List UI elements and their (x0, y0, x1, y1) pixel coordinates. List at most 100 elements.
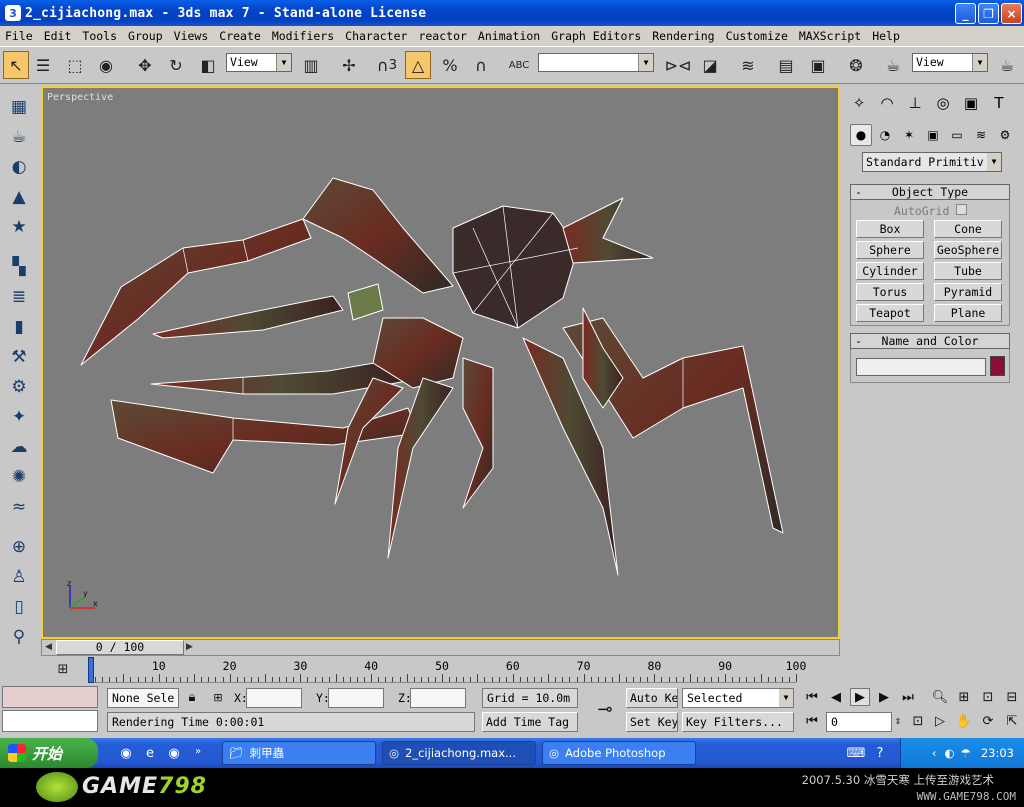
render-view-dropdown[interactable]: View ▼ (912, 53, 988, 72)
create-tab-icon[interactable]: ✧ (846, 90, 872, 116)
geometry-subtab-icon[interactable]: ● (850, 124, 872, 146)
zoom-extents-all-icon[interactable]: ⊟ (1002, 688, 1022, 706)
play-icon[interactable]: ▶ (850, 688, 870, 706)
select-scale-icon[interactable]: ◧ (195, 51, 221, 79)
help-tray-icon[interactable]: ? (870, 744, 890, 762)
spacewarps-subtab-icon[interactable]: ≋ (970, 124, 992, 146)
close-button[interactable]: × (1001, 3, 1022, 24)
perspective-viewport[interactable]: Perspective z x y (41, 86, 840, 639)
plane-button[interactable]: Plane (934, 304, 1002, 322)
pyramid-button[interactable]: Pyramid (934, 283, 1002, 301)
cone-button[interactable]: Cone (934, 220, 1002, 238)
clock[interactable]: 23:03 (981, 746, 1014, 760)
spinner-snap-icon[interactable]: ∩ (468, 51, 494, 79)
star-tool-icon[interactable]: ★ (6, 214, 32, 240)
taskbar-folder-window[interactable]: 📁︎ 刺甲蟲 (222, 741, 376, 765)
menu-create[interactable]: Create (214, 29, 267, 43)
time-slider[interactable]: ◀ 0 / 100 ▶ (41, 639, 840, 656)
zoom-all-icon[interactable]: ⊞ (954, 688, 974, 706)
browser-quicklaunch-icon[interactable]: ◉ (116, 744, 136, 762)
hinge-tool-icon[interactable]: ⚲ (6, 624, 32, 650)
render-scene-icon[interactable]: ☕ (880, 51, 906, 79)
object-name-input[interactable] (856, 358, 986, 376)
menu-modifiers[interactable]: Modifiers (267, 29, 340, 43)
tube-button[interactable]: Tube (934, 262, 1002, 280)
y-coordinate-input[interactable] (328, 688, 384, 708)
menu-group[interactable]: Group (123, 29, 169, 43)
start-button[interactable]: 开始 (0, 738, 98, 768)
spider-model[interactable] (43, 88, 838, 637)
menu-tools[interactable]: Tools (77, 29, 123, 43)
mirror-icon[interactable]: ⊳⊲ (665, 51, 692, 79)
menu-animation[interactable]: Animation (473, 29, 546, 43)
minimize-button[interactable]: _ (955, 3, 976, 24)
next-frame-icon[interactable]: ▶ (186, 642, 193, 652)
arc-rotate-icon[interactable]: ⟳ (978, 712, 998, 730)
gear-tool-icon[interactable]: ⚙ (6, 374, 32, 400)
previous-key-icon[interactable]: ◀ (826, 688, 846, 706)
menu-customize[interactable]: Customize (721, 29, 794, 43)
add-time-tag-button[interactable]: Add Time Tag (482, 712, 578, 732)
cone-tool-icon[interactable]: ▲ (6, 184, 32, 210)
cameras-subtab-icon[interactable]: ▣ (922, 124, 944, 146)
camera-tool-icon[interactable]: ✦ (6, 404, 32, 430)
sphere-tool-icon[interactable]: ◐ (6, 154, 32, 180)
motion-tab-icon[interactable]: ◎ (930, 90, 956, 116)
maxscript-listener-pink[interactable] (2, 686, 98, 708)
taskbar-photoshop-window[interactable]: ◎ Adobe Photoshop (542, 741, 696, 765)
z-coordinate-input[interactable] (410, 688, 466, 708)
pan-icon[interactable]: ✋ (954, 712, 974, 730)
menu-views[interactable]: Views (169, 29, 215, 43)
next-key-icon[interactable]: ▶ (874, 688, 894, 706)
align-icon[interactable]: ◪ (697, 51, 723, 79)
torus-button[interactable]: Torus (856, 283, 924, 301)
menu-file[interactable]: File (0, 29, 39, 43)
rectangular-selection-icon[interactable]: ⬚ (62, 51, 88, 79)
ie-quicklaunch-icon[interactable]: e (140, 744, 160, 762)
display-tab-icon[interactable]: ▣ (958, 90, 984, 116)
category-dropdown[interactable]: Standard Primitiv ▼ (862, 152, 1002, 172)
bone-tool-icon[interactable]: ▯ (6, 594, 32, 620)
current-frame-input[interactable]: 0 (826, 712, 892, 732)
wave-tool-icon[interactable]: ≈ (6, 494, 32, 520)
utilities-tab-icon[interactable]: T (986, 90, 1012, 116)
menu-edit[interactable]: Edit (39, 29, 78, 43)
name-color-rollout-header[interactable]: - Name and Color (850, 333, 1010, 349)
hierarchy-tab-icon[interactable]: ⊥ (902, 90, 928, 116)
taskbar-3dsmax-window[interactable]: ◎ 2_cijiachong.max... (382, 741, 536, 765)
frame-spinner-icon[interactable]: ⇕ (892, 712, 904, 730)
snap-toggle-icon[interactable]: ∩ 3 (374, 51, 400, 79)
angle-snap-icon[interactable]: △ (405, 51, 431, 79)
checker-tool-icon[interactable]: ▚ (6, 254, 32, 280)
curve-editor-icon[interactable]: ▤ (773, 51, 799, 79)
teapot-button[interactable]: Teapot (856, 304, 924, 322)
go-to-start-icon[interactable]: ⏮ (802, 688, 822, 706)
field-of-view-icon[interactable]: ▷ (930, 712, 950, 730)
select-manipulate-icon[interactable]: ✢ (336, 51, 362, 79)
particle-tool-icon[interactable]: ✺ (6, 464, 32, 490)
menu-maxscript[interactable]: MAXScript (794, 29, 867, 43)
material-editor-icon[interactable]: ❂ (843, 51, 869, 79)
quick-render-icon[interactable]: ☕ (994, 51, 1020, 79)
cylinder-button[interactable]: Cylinder (856, 262, 924, 280)
pivot-center-icon[interactable]: ▥ (298, 51, 324, 79)
app-icon[interactable]: 3 (5, 5, 21, 21)
selection-lock-icon[interactable]: 🔒︎ (182, 688, 202, 706)
menu-character[interactable]: Character (340, 29, 413, 43)
time-configuration-icon[interactable]: ⊡ (908, 712, 928, 730)
auto-key-button[interactable]: Auto Key (626, 688, 678, 708)
schematic-view-icon[interactable]: ▣ (805, 51, 831, 79)
frame-ruler[interactable]: 10 20 30 40 50 60 70 80 90 100 (88, 657, 806, 683)
modify-tab-icon[interactable]: ◠ (874, 90, 900, 116)
helpers-subtab-icon[interactable]: ▭ (946, 124, 968, 146)
select-move-icon[interactable]: ✥ (132, 51, 158, 79)
link-tool-icon[interactable]: ⊕ (6, 534, 32, 560)
key-mode-toggle-icon[interactable]: ⏮ (802, 712, 822, 730)
lights-subtab-icon[interactable]: ✶ (898, 124, 920, 146)
biped-tool-icon[interactable]: ♙ (6, 564, 32, 590)
named-selection-dropdown[interactable]: ▼ (538, 53, 654, 72)
percent-snap-icon[interactable]: % (437, 51, 463, 79)
zoom-extents-icon[interactable]: ⊡ (978, 688, 998, 706)
set-key-button[interactable]: Set Key (626, 712, 678, 732)
volume-tray-icon[interactable]: ☂ (961, 746, 971, 760)
